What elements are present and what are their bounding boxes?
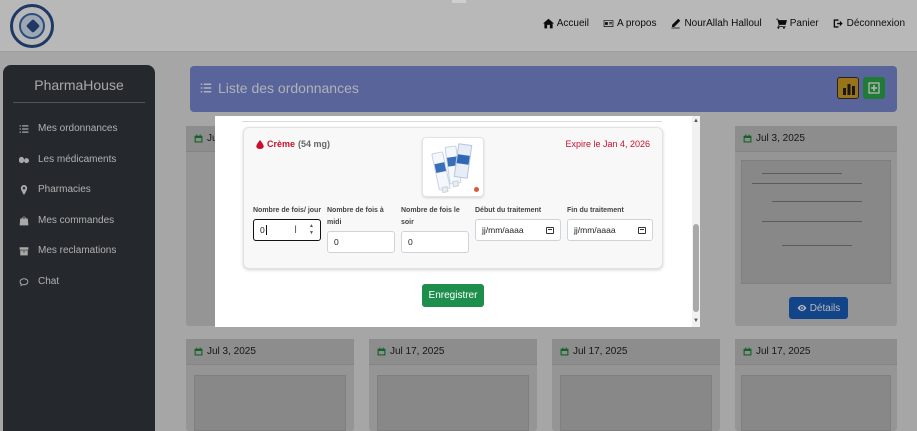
end-date-placeholder: jj/mm/aaaa: [574, 225, 616, 235]
midday-label: Nombre de fois à midi: [327, 207, 384, 226]
evening-input[interactable]: 0: [401, 231, 469, 253]
start-date-input[interactable]: jj/mm/aaaa: [475, 219, 561, 241]
drop-icon: [256, 139, 264, 149]
per-day-label: Nombre de fois/ jour: [253, 207, 322, 214]
scrollbar-thumb[interactable]: [693, 224, 699, 312]
calendar-icon[interactable]: [638, 227, 646, 234]
start-date-label: Début du traitement: [475, 207, 542, 214]
spinner-icon[interactable]: ▲ ▼: [309, 223, 314, 237]
calendar-icon[interactable]: [546, 227, 554, 234]
end-date-input[interactable]: jj/mm/aaaa: [567, 219, 653, 241]
per-day-input[interactable]: 0 I ▲ ▼: [253, 219, 321, 241]
text-cursor-icon: I: [294, 224, 298, 236]
medicine-name-text: Crème: [267, 139, 296, 149]
midday-value: 0: [334, 237, 339, 247]
evening-label: Nombre de fois le soir: [401, 207, 460, 226]
medicine-card: Crème (54 mg) Expire le Jan 4, 2026 Nomb…: [243, 127, 663, 269]
medicine-image: [422, 137, 484, 197]
modal-scrollbar[interactable]: ▲ ▼: [692, 116, 700, 327]
medicine-dose: (54 mg): [298, 139, 331, 149]
posology-modal: Crème (54 mg) Expire le Jan 4, 2026 Nomb…: [215, 116, 700, 327]
midday-input[interactable]: 0: [327, 231, 395, 253]
start-date-placeholder: jj/mm/aaaa: [482, 225, 524, 235]
modal-divider: [242, 121, 662, 122]
scroll-down-icon[interactable]: ▼: [692, 318, 700, 324]
save-button[interactable]: Enregistrer: [422, 284, 484, 307]
per-day-value: 0: [260, 225, 265, 235]
medicine-name: Crème (54 mg): [256, 139, 330, 149]
evening-value: 0: [408, 237, 413, 247]
top-notch: [452, 0, 466, 3]
end-date-label: Fin du traitement: [567, 207, 624, 214]
expiry-date: Expire le Jan 4, 2026: [565, 139, 650, 149]
scroll-up-icon[interactable]: ▲: [692, 118, 700, 124]
